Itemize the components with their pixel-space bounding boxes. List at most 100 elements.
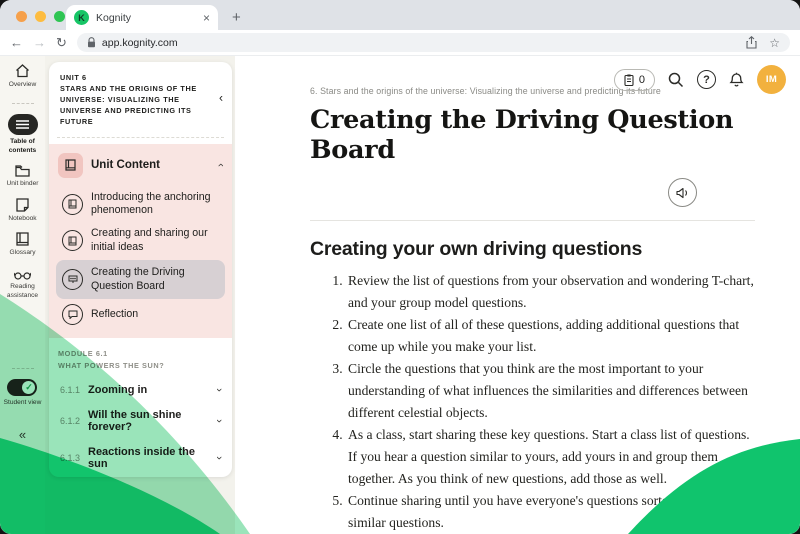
left-rail: Overview Table of contents Unit binder N — [0, 56, 45, 534]
lock-icon — [87, 37, 96, 48]
bookmark-star-icon[interactable]: ☆ — [769, 36, 780, 50]
rail-divider — [11, 102, 34, 104]
glossary-icon — [16, 232, 29, 247]
collapse-rail-icon[interactable]: « — [19, 427, 26, 442]
check-icon: ✓ — [22, 381, 36, 395]
search-icon[interactable] — [668, 72, 684, 88]
lesson-item-label: Creating and sharing our initial ideas — [91, 227, 208, 253]
minimize-window-button[interactable] — [35, 11, 46, 22]
share-icon[interactable] — [746, 36, 757, 49]
unit-content-title: Unit Content — [91, 159, 160, 172]
module-item-label: Reactions inside the sun — [88, 446, 195, 471]
rail-item-label: Table of contents — [8, 137, 37, 154]
module-item-label: Will the sun shine forever? — [88, 409, 182, 434]
glasses-icon — [14, 271, 31, 280]
rail-item-label: Glossary — [9, 249, 36, 257]
home-icon — [15, 64, 30, 78]
checklist-count: 0 — [638, 73, 645, 86]
back-icon[interactable]: ← — [10, 36, 23, 49]
lesson-item-label: Creating the Driving Question Board — [91, 265, 185, 292]
module-number: MODULE 6.1 — [58, 349, 108, 359]
toc-icon — [7, 113, 38, 135]
step-item: Circle the questions that you think are … — [346, 358, 755, 424]
book-icon — [62, 193, 83, 215]
module-title: WHAT POWERS THE SUN? — [58, 360, 165, 370]
lesson-item-label: Introducing the anchoring phenomenon — [91, 190, 211, 217]
unit-content-header[interactable]: Unit Content › — [56, 151, 227, 186]
reload-icon[interactable]: ↻ — [56, 36, 67, 49]
browser-window: K Kognity × + ← → ↻ app.kognity.com ☆ Ov… — [0, 0, 800, 534]
sidebar-item-reading-assistance[interactable]: Reading assistance — [2, 271, 44, 301]
chevron-up-icon[interactable]: › — [215, 163, 227, 167]
module-item-number: 6.1.3 — [60, 453, 81, 464]
module-item-zooming-in[interactable]: 6.1.1 Zooming in › — [58, 378, 225, 403]
new-tab-button[interactable]: + — [232, 9, 241, 26]
main-content: 0 ? IM 6. Stars and the origins of the u… — [235, 56, 800, 534]
chevron-down-icon[interactable]: › — [213, 456, 225, 460]
unit-content-section: Unit Content › Introducing the anchoring… — [49, 143, 232, 339]
window-controls — [16, 11, 65, 22]
tab-title: Kognity — [96, 11, 132, 24]
chevron-down-icon[interactable]: › — [213, 388, 225, 392]
section-heading: Creating your own driving questions — [310, 238, 643, 260]
student-view-toggle[interactable]: ✓ Student view — [3, 379, 42, 408]
driving-questions-steps: Review the list of questions from your o… — [310, 270, 755, 534]
unit-header[interactable]: UNIT 6 STARS AND THE ORIGINS OF THE UNIV… — [49, 62, 232, 137]
address-bar[interactable]: app.kognity.com ☆ — [76, 33, 790, 52]
help-icon[interactable]: ? — [697, 70, 716, 89]
rail-divider — [11, 368, 34, 370]
module-header: MODULE 6.1 WHAT POWERS THE SUN? — [58, 348, 223, 371]
sidebar-item-glossary[interactable]: Glossary — [9, 232, 36, 258]
board-icon — [62, 269, 83, 291]
forward-icon[interactable]: → — [33, 36, 46, 49]
step-item: Continue sharing until you have everyone… — [346, 490, 755, 534]
lesson-item-label: Reflection — [91, 307, 139, 320]
text-to-speech-button[interactable] — [668, 178, 697, 207]
notebook-icon — [16, 197, 29, 212]
panel-divider — [57, 136, 224, 138]
clipboard-icon — [624, 74, 634, 86]
rail-item-label: Reading assistance — [6, 283, 39, 300]
contents-sidebar: UNIT 6 STARS AND THE ORIGINS OF THE UNIV… — [45, 56, 235, 534]
unit-number: UNIT 6 — [60, 73, 87, 82]
kognity-favicon-icon: K — [74, 10, 89, 25]
folder-icon — [15, 165, 30, 177]
rail-item-label: Unit binder — [6, 179, 39, 187]
book-icon — [62, 230, 83, 252]
step-item: Create one list of all of these question… — [346, 314, 755, 358]
close-window-button[interactable] — [16, 11, 27, 22]
close-tab-icon[interactable]: × — [203, 11, 210, 25]
step-item: As a class, start sharing these key ques… — [346, 424, 755, 490]
lesson-item-creating-driving-question-board[interactable]: Creating the Driving Question Board — [56, 259, 225, 300]
collapse-unit-icon[interactable]: › — [219, 92, 223, 106]
announce-row — [310, 178, 755, 207]
sidebar-item-notebook[interactable]: Notebook — [8, 197, 37, 224]
browser-tab[interactable]: K Kognity × — [66, 5, 218, 30]
kognity-app: Overview Table of contents Unit binder N — [0, 56, 800, 534]
sidebar-item-table-of-contents[interactable]: Table of contents — [2, 113, 44, 156]
url-text: app.kognity.com — [101, 36, 178, 49]
avatar[interactable]: IM — [757, 65, 786, 94]
unit-contents-panel: UNIT 6 STARS AND THE ORIGINS OF THE UNIV… — [49, 62, 232, 477]
lesson-item-introducing-anchoring-phenomenon[interactable]: Introducing the anchoring phenomenon — [56, 187, 225, 223]
lesson-item-reflection[interactable]: Reflection — [56, 300, 225, 329]
sidebar-item-overview[interactable]: Overview — [9, 64, 36, 90]
module-section: MODULE 6.1 WHAT POWERS THE SUN? 6.1.1 Zo… — [49, 338, 232, 477]
module-item-reactions-inside-the-sun[interactable]: 6.1.3 Reactions inside the sun › — [58, 440, 225, 477]
browser-tab-strip: K Kognity × + — [0, 0, 800, 30]
browser-toolbar: ← → ↻ app.kognity.com ☆ — [0, 30, 800, 56]
checklist-counter[interactable]: 0 — [613, 68, 655, 91]
module-item-number: 6.1.1 — [60, 385, 81, 396]
rail-item-label: Overview — [8, 81, 37, 88]
module-item-will-the-sun-shine-forever[interactable]: 6.1.2 Will the sun shine forever? › — [58, 403, 225, 440]
zoom-window-button[interactable] — [54, 11, 65, 22]
rail-item-label: Notebook — [8, 214, 37, 222]
notifications-bell-icon[interactable] — [729, 72, 744, 88]
speech-bubble-icon — [62, 304, 83, 326]
student-view-label: Student view — [3, 399, 42, 407]
sidebar-item-unit-binder[interactable]: Unit binder — [6, 165, 39, 189]
lesson-item-creating-sharing-initial-ideas[interactable]: Creating and sharing our initial ideas — [56, 223, 225, 259]
book-icon — [58, 152, 83, 178]
megaphone-icon — [676, 187, 689, 199]
chevron-down-icon[interactable]: › — [213, 419, 225, 423]
